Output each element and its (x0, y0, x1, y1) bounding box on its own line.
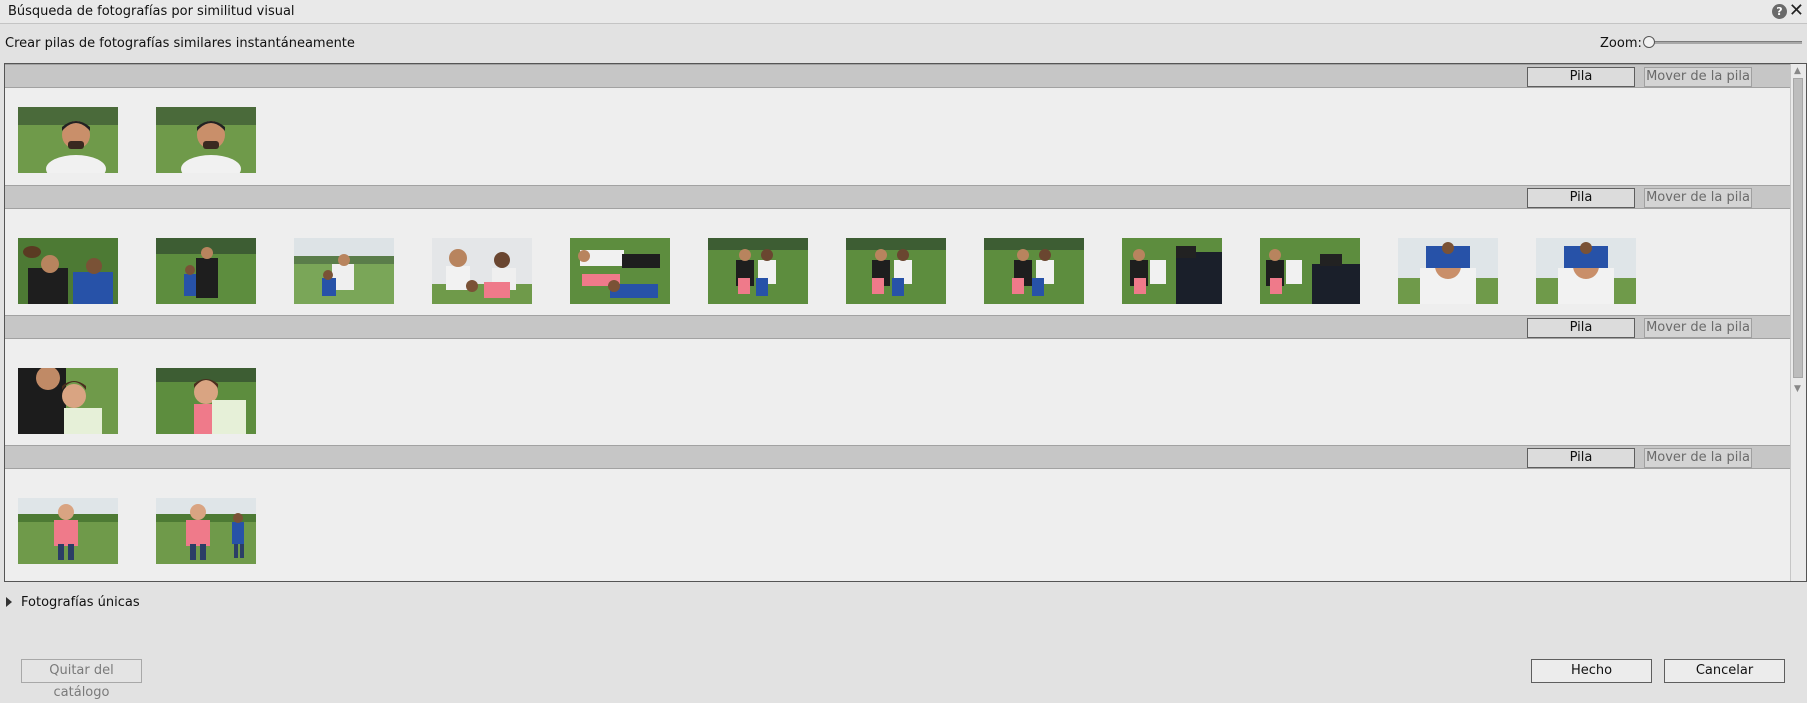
photo-thumbnail[interactable] (18, 238, 118, 304)
close-icon[interactable]: ✕ (1789, 1, 1804, 21)
zoom-label: Zoom: (1600, 36, 1642, 51)
done-button[interactable]: Hecho (1531, 659, 1652, 683)
unique-photos-toggle[interactable]: Fotografías únicas (6, 595, 140, 610)
stack-button[interactable]: Pila (1527, 67, 1635, 87)
stack-header: Pila Mover de la pila (5, 315, 1790, 339)
photo-thumbnail[interactable] (156, 498, 256, 564)
photo-thumbnail[interactable] (708, 238, 808, 304)
photo-thumbnail[interactable] (18, 368, 118, 434)
unstack-button[interactable]: Mover de la pila (1644, 448, 1752, 468)
photo-thumbnail[interactable] (432, 238, 532, 304)
photo-thumbnail[interactable] (18, 498, 118, 564)
photo-thumbnail[interactable] (1260, 238, 1360, 304)
cancel-button[interactable]: Cancelar (1664, 659, 1785, 683)
stacks-panel: Pila Mover de la pila Pila Mover de la p… (4, 63, 1807, 582)
expand-triangle-icon[interactable] (6, 597, 12, 607)
scroll-up-icon[interactable]: ▲ (1794, 66, 1801, 76)
photo-thumbnail[interactable] (984, 238, 1084, 304)
window-title: Búsqueda de fotografías por similitud vi… (8, 4, 295, 19)
stack-header: Pila Mover de la pila (5, 64, 1790, 88)
subtitle-text: Crear pilas de fotografías similares ins… (5, 36, 355, 51)
photo-thumbnail[interactable] (156, 368, 256, 434)
scrollbar-thumb[interactable] (1793, 78, 1803, 378)
title-bar: Búsqueda de fotografías por similitud vi… (0, 0, 1807, 24)
unstack-button[interactable]: Mover de la pila (1644, 188, 1752, 208)
photo-thumbnail[interactable] (156, 238, 256, 304)
unstack-button[interactable]: Mover de la pila (1644, 67, 1752, 87)
stack-button[interactable]: Pila (1527, 318, 1635, 338)
photo-thumbnail[interactable] (1122, 238, 1222, 304)
zoom-slider-thumb[interactable] (1643, 36, 1655, 48)
vertical-scrollbar[interactable]: ▲ ▼ (1790, 64, 1806, 581)
photo-thumbnail[interactable] (294, 238, 394, 304)
unstack-button[interactable]: Mover de la pila (1644, 318, 1752, 338)
remove-from-catalog-button[interactable]: Quitar del catálogo (21, 659, 142, 700)
unique-photos-label: Fotografías únicas (21, 595, 140, 610)
stack-header: Pila Mover de la pila (5, 185, 1790, 209)
photo-thumbnail[interactable] (1398, 238, 1498, 304)
stack-button[interactable]: Pila (1527, 448, 1635, 468)
stack-header: Pila Mover de la pila (5, 445, 1790, 469)
scroll-down-icon[interactable]: ▼ (1794, 384, 1801, 394)
zoom-slider-track[interactable] (1648, 41, 1802, 44)
photo-thumbnail[interactable] (18, 107, 118, 173)
help-icon[interactable]: ? (1772, 4, 1787, 19)
stack-button[interactable]: Pila (1527, 188, 1635, 208)
photo-thumbnail[interactable] (1536, 238, 1636, 304)
photo-thumbnail[interactable] (846, 238, 946, 304)
photo-thumbnail[interactable] (570, 238, 670, 304)
photo-thumbnail[interactable] (156, 107, 256, 173)
